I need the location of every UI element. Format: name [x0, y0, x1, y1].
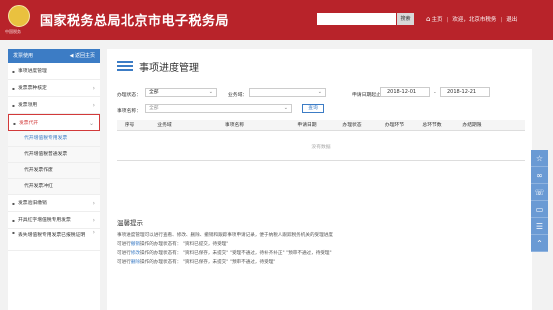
status-select[interactable]: 全部 ⌄	[145, 88, 217, 97]
query-button[interactable]: 查询	[302, 104, 324, 113]
bullet-icon: ▪	[12, 103, 15, 108]
bullet-icon: ▪	[12, 230, 15, 235]
bullet-icon: ▪	[12, 69, 15, 74]
chevron-right-icon: ›	[92, 102, 95, 109]
domain-label: 业务域：	[228, 93, 248, 98]
bullet-icon: ▪	[13, 121, 16, 126]
date-separator: -	[434, 91, 436, 96]
phone-icon[interactable]: ☏	[531, 184, 548, 201]
date-to-input[interactable]: 2018-12-21	[440, 87, 490, 97]
list-icon[interactable]: ☰	[531, 218, 548, 235]
sidebar-item-invoice-issue[interactable]: ▪ 发票代开 ⌄	[8, 114, 100, 131]
chevron-down-icon: ⌄	[317, 89, 322, 95]
chevron-down-icon: ⌄	[208, 89, 213, 95]
status-label: 办理状态：	[117, 93, 141, 98]
tips-line: 事项进度管理可以进行查看、修改、删除、撤销和跟踪事项申请记录，便于纳税人跟踪税务…	[117, 233, 333, 238]
tips-title: 温馨提示	[117, 219, 143, 227]
back-to-home-link[interactable]: ◀ 返回主页	[70, 49, 95, 63]
bullet-icon: ▪	[12, 218, 15, 223]
page-title: 事项进度管理	[139, 63, 199, 74]
star-icon[interactable]: ☆	[531, 150, 548, 167]
date-from-input[interactable]: 2018-12-01	[380, 87, 430, 97]
tips-line: 可进行撤销操作的办理状态有： "资料已提交，待受理"	[117, 242, 229, 247]
bullet-icon: ▪	[12, 86, 15, 91]
floating-toolbar: ☆ ∞ ☏ ▭ ☰ ⌃	[531, 150, 548, 252]
home-icon: ⌂	[426, 15, 431, 23]
name-label: 事项名称：	[117, 109, 141, 114]
welcome-text: 欢迎，北京市税务	[452, 17, 497, 23]
logout-link[interactable]: 退出	[506, 17, 517, 23]
sidebar-header: 发票使用 ◀ 返回主页	[8, 49, 100, 63]
name-select[interactable]: 全部 ⌄	[145, 104, 292, 113]
chat-icon[interactable]: ▭	[531, 201, 548, 218]
sidebar-sub-void[interactable]: 代开发票作废	[8, 163, 100, 179]
col-header: 总环节数	[422, 123, 442, 128]
sidebar-sub-vat-normal[interactable]: 代开增值税普通发票	[8, 147, 100, 163]
home-link[interactable]: 主页	[431, 17, 442, 23]
sidebar-item-ticket-type[interactable]: ▪ 发票票种核定 ›	[8, 80, 100, 97]
search-button[interactable]: 搜索	[397, 13, 414, 25]
table-body: 没有数据	[117, 131, 525, 161]
sidebar-sub-red-offset[interactable]: 代开发票冲红	[8, 179, 100, 195]
sidebar-title: 发票使用	[13, 53, 34, 59]
link-icon[interactable]: ∞	[531, 167, 548, 184]
main-panel: 事项进度管理 办理状态： 全部 ⌄ 业务域： ⌄ 申请日期起止： 2018-12-…	[107, 49, 532, 310]
arrow-up-icon[interactable]: ⌃	[531, 235, 548, 252]
chevron-down-icon: ⌄	[88, 120, 94, 127]
sidebar-item-lost-invoice[interactable]: ▪ 丢失增值税专用发票已报税证明 ›	[8, 229, 100, 251]
sidebar-item-progress[interactable]: ▪ 事项进度管理	[8, 63, 100, 80]
col-header: 办结期限	[462, 123, 482, 128]
empty-state-text: 没有数据	[311, 145, 331, 150]
tips-line: 可进行修改操作的办理状态有： "资料已保存，未提交" "受理不通过，待补齐补正"…	[117, 251, 332, 256]
tips-line: 可进行删除操作的办理状态有： "资料已保存，未提交" "预审不通过，待受理"	[117, 260, 276, 265]
col-header: 序号	[124, 123, 135, 128]
tax-emblem-logo	[8, 5, 30, 27]
col-header: 办理环节	[384, 123, 405, 128]
chevron-right-icon: ›	[92, 229, 95, 236]
chevron-down-icon: ⌄	[283, 105, 288, 111]
logo-caption: 中国税务	[5, 29, 21, 34]
header: 中国税务 国家税务总局北京市电子税务局 搜索 ⌂主页 | 欢迎，北京市税务 | 退出	[0, 0, 553, 40]
bullet-icon: ▪	[12, 201, 15, 206]
sidebar-item-red-invoice[interactable]: ▪ 开具红字增值税专用发票 ›	[8, 212, 100, 229]
table-header: 序号 业务域 事项名称 申请日期 办理状态 办理环节 总环节数 办结期限	[117, 120, 525, 131]
progress-table: 序号 业务域 事项名称 申请日期 办理状态 办理环节 总环节数 办结期限 没有数…	[117, 120, 525, 161]
sidebar-sub-vat-special[interactable]: 代开增值税专用发票	[8, 131, 100, 147]
domain-select[interactable]: ⌄	[249, 88, 326, 97]
sidebar-item-invoice-claim[interactable]: ▪ 发票领用 ›	[8, 97, 100, 114]
col-header: 申请日期	[297, 123, 317, 128]
col-header: 办理状态	[342, 123, 362, 128]
tips-panel: 温馨提示 事项进度管理可以进行查看、修改、删除、撤销和跟踪事项申请记录，便于纳税…	[117, 217, 525, 267]
col-header: 业务域	[157, 123, 172, 128]
top-links: ⌂主页 | 欢迎，北京市税务 | 退出	[426, 15, 518, 23]
sidebar: 发票使用 ◀ 返回主页 ▪ 事项进度管理 ▪ 发票票种核定 › ▪ 发票领用 › ▪ 发票代…	[8, 49, 100, 310]
chevron-right-icon: ›	[92, 200, 95, 207]
chevron-right-icon: ›	[92, 85, 95, 92]
search-input[interactable]	[317, 13, 396, 25]
col-header: 事项名称	[224, 123, 245, 128]
chevron-right-icon: ›	[92, 217, 95, 224]
sidebar-item-cancel[interactable]: ▪ 发票验旧缴销 ›	[8, 195, 100, 212]
site-title: 国家税务总局北京市电子税务局	[40, 14, 230, 29]
